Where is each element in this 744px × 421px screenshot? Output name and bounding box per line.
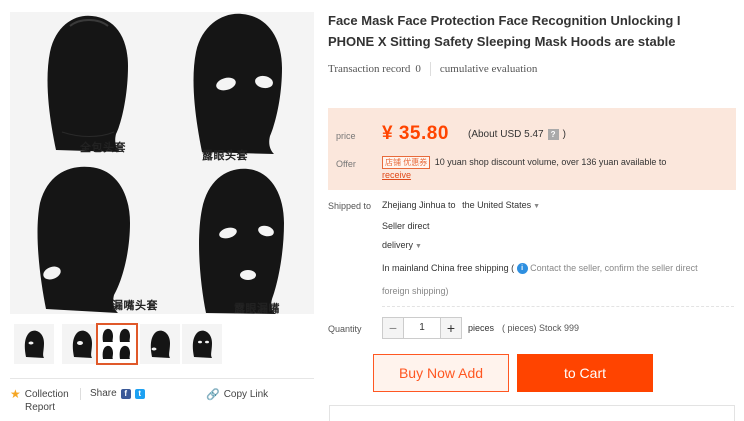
thumbnail-strip — [10, 322, 314, 370]
price-usd: (About USD 5.47 ? ) — [468, 129, 566, 140]
thumbnail-4[interactable] — [140, 324, 180, 364]
star-icon: ★ — [10, 387, 21, 401]
record-divider — [429, 62, 431, 76]
foreign-shipping-text: foreign shipping) — [382, 286, 449, 296]
price-label: price — [336, 131, 356, 141]
link-icon: 🔗 — [206, 389, 220, 401]
cumulative-evaluation-link[interactable]: cumulative evaluation — [440, 63, 537, 75]
price-value: ¥ 35.80 — [382, 123, 449, 144]
free-shipping-row: In mainland China free shipping ( i Cont… — [382, 263, 698, 275]
receive-link[interactable]: receive — [382, 170, 411, 180]
transaction-record-row: Transaction record 0 cumulative evaluati… — [328, 62, 537, 76]
mask-eyes-open — [162, 12, 314, 163]
buy-now-button[interactable]: Buy Now Add — [373, 354, 509, 392]
chevron-down-icon: ▼ — [415, 243, 422, 250]
decrement-button[interactable]: − — [383, 318, 403, 338]
thumbnail-5[interactable] — [182, 324, 222, 364]
coupon-tag[interactable]: 店铺 优惠券 — [382, 156, 431, 169]
report-link[interactable]: Report — [25, 402, 55, 413]
delivery-value: delivery — [382, 240, 414, 250]
share-label: Share — [90, 388, 117, 399]
chevron-down-icon: ▼ — [533, 203, 541, 210]
thumbnail-3-active[interactable] — [96, 323, 138, 365]
transaction-record-label: Transaction record — [328, 63, 411, 75]
seller-direct: Seller direct — [382, 221, 430, 231]
destination-value: the United States — [462, 200, 532, 210]
lower-panel — [329, 405, 735, 421]
copy-link-button[interactable]: 🔗 Copy Link — [206, 388, 268, 401]
quantity-input[interactable]: 1 — [403, 318, 441, 338]
quantity-unit: pieces — [468, 323, 495, 333]
collection-button[interactable]: ★ Collection — [10, 388, 69, 400]
caption-mouth-open: 漏嘴头套 — [112, 299, 158, 312]
quantity-stepper: − 1 + — [382, 317, 462, 339]
product-actions: ★ Collection Share f t 🔗 Copy Link Repor… — [10, 386, 314, 420]
usd-close: ) — [562, 129, 566, 140]
thumbnail-1[interactable] — [14, 324, 54, 364]
destination-select[interactable]: the United States ▼ — [462, 200, 540, 210]
delivery-select[interactable]: delivery ▼ — [382, 240, 422, 250]
help-icon[interactable]: ? — [547, 129, 559, 140]
usd-text: (About USD 5.47 — [468, 129, 544, 140]
offer-label: Offer — [336, 159, 356, 169]
quantity-label: Quantity — [328, 324, 362, 334]
report-label: Report — [25, 402, 56, 413]
caption-full-hood: 全包头套 — [80, 141, 126, 154]
free-shipping-text: In mainland China free shipping ( — [382, 263, 515, 273]
price-panel: price ¥ 35.80 (About USD 5.47 ? ) Offer … — [328, 108, 736, 190]
stock-info: ( pieces) Stock 999 — [502, 323, 580, 333]
shipped-to-label: Shipped to — [328, 201, 372, 211]
caption-eyes-mouth-open: 露眼漏嘴 — [234, 302, 280, 314]
transaction-record-count: 0 — [415, 63, 421, 75]
increment-button[interactable]: + — [441, 318, 461, 338]
product-title: Face Mask Face Protection Face Recogniti… — [328, 13, 681, 49]
shipping-route: Zhejiang Jinhua to the United States ▼ — [382, 200, 540, 210]
twitter-icon[interactable]: t — [134, 388, 145, 399]
offer-text: 店铺 优惠券 10 yuan shop discount volume, ove… — [382, 156, 732, 182]
info-icon[interactable]: i — [516, 263, 528, 275]
gallery-divider — [10, 378, 314, 379]
actions-divider — [80, 388, 81, 400]
contact-seller-text[interactable]: Contact the seller, confirm the seller d… — [530, 263, 698, 273]
shipping-origin: Zhejiang Jinhua to — [382, 200, 456, 210]
share-group: Share f t — [90, 388, 145, 399]
collection-label: Collection — [24, 388, 69, 400]
mask-eyes-mouth-open — [162, 163, 314, 314]
mask-mouth-open — [10, 163, 162, 314]
add-to-cart-button[interactable]: to Cart — [517, 354, 653, 392]
main-product-image[interactable]: 全包头套 露眼头套 漏嘴头套 露眼漏嘴 — [10, 12, 314, 314]
facebook-icon[interactable]: f — [120, 388, 131, 399]
offer-description: 10 yuan shop discount volume, over 136 y… — [434, 157, 667, 167]
copy-link-label: Copy Link — [223, 389, 269, 400]
section-divider — [382, 306, 734, 307]
caption-eyes-open: 露眼头套 — [202, 149, 248, 162]
